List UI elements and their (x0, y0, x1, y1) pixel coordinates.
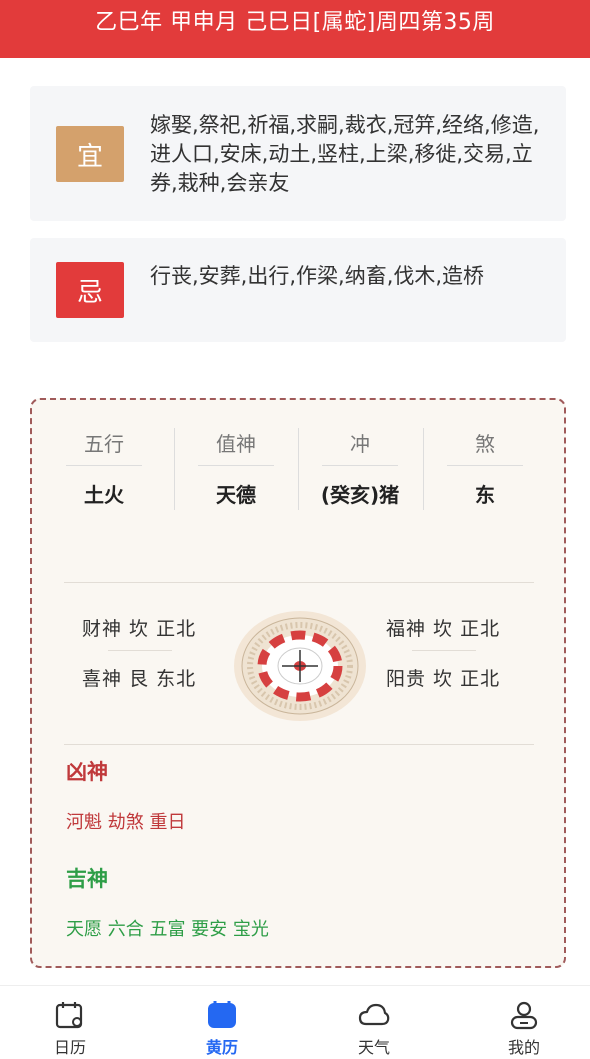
attr-label: 五行 (66, 428, 142, 466)
date-title: 乙巳年 甲申月 己巳日[属蛇]周四第35周 (95, 10, 495, 35)
attr-five-elements: 五行 土火 (42, 428, 166, 510)
attr-duty-god: 值神 天德 (174, 428, 298, 510)
tab-label: 日历 (53, 1038, 86, 1057)
tab-label: 我的 (507, 1038, 540, 1057)
suitable-badge: 宜 (56, 126, 124, 182)
compass-icon (232, 610, 368, 722)
tab-profile[interactable]: 我的 (464, 986, 584, 1059)
evil-gods-title: 凶神 (66, 760, 108, 784)
weather-cloud-icon (358, 1000, 390, 1030)
suitable-text: 嫁娶,祭祀,祈福,求嗣,裁衣,冠笄,经络,修造,进人口,安床,动土,竖柱,上梁,… (150, 113, 540, 195)
bottom-tab-bar: 日历 黄历 天气 我的 (0, 985, 590, 1059)
avoid-badge: 忌 (56, 262, 124, 318)
top-header: 乙巳年 甲申月 己巳日[属蛇]周四第35周 (0, 0, 590, 58)
tab-label: 黄历 (205, 1038, 238, 1057)
attr-sha: 煞 东 (423, 428, 547, 510)
attr-label: 煞 (447, 428, 523, 466)
attr-label: 冲 (322, 428, 398, 466)
divider (412, 650, 476, 651)
almanac-icon (206, 1000, 238, 1030)
attr-value: 天德 (216, 483, 256, 507)
suitable-card: 宜 嫁娶,祭祀,祈福,求嗣,裁衣,冠笄,经络,修造,进人口,安床,动土,竖柱,上… (30, 86, 566, 221)
fortune-god: 福神 坎 正北 (386, 618, 501, 640)
good-gods-list: 天愿 六合 五富 要安 宝光 (66, 919, 269, 940)
attr-clash: 冲 (癸亥)猪 (298, 428, 422, 510)
wealth-god: 财神 坎 正北 (82, 618, 197, 640)
avoid-text: 行丧,安葬,出行,作梁,纳畜,伐木,造桥 (150, 264, 485, 288)
divider (108, 650, 172, 651)
yanggui-god: 阳贵 坎 正北 (386, 668, 501, 690)
almanac-detail-panel: 五行 土火 值神 天德 冲 (癸亥)猪 煞 东 财神 坎 正北 喜神 艮 东北 … (30, 398, 566, 968)
tab-label: 天气 (357, 1038, 390, 1057)
profile-icon (508, 1000, 540, 1030)
tab-almanac[interactable]: 黄历 (162, 986, 282, 1059)
attr-value: (癸亥)猪 (320, 483, 400, 507)
section-divider (64, 582, 534, 583)
good-gods-title: 吉神 (66, 867, 108, 891)
calendar-icon (54, 1000, 86, 1030)
joy-god: 喜神 艮 东北 (82, 668, 197, 690)
attr-value: 土火 (84, 483, 124, 507)
tab-calendar[interactable]: 日历 (10, 986, 130, 1059)
evil-gods-list: 河魁 劫煞 重日 (66, 812, 186, 833)
tab-weather[interactable]: 天气 (314, 986, 434, 1059)
attr-label: 值神 (198, 428, 274, 466)
attr-value: 东 (475, 483, 495, 507)
avoid-card: 忌 行丧,安葬,出行,作梁,纳畜,伐木,造桥 (30, 238, 566, 342)
section-divider (64, 744, 534, 745)
